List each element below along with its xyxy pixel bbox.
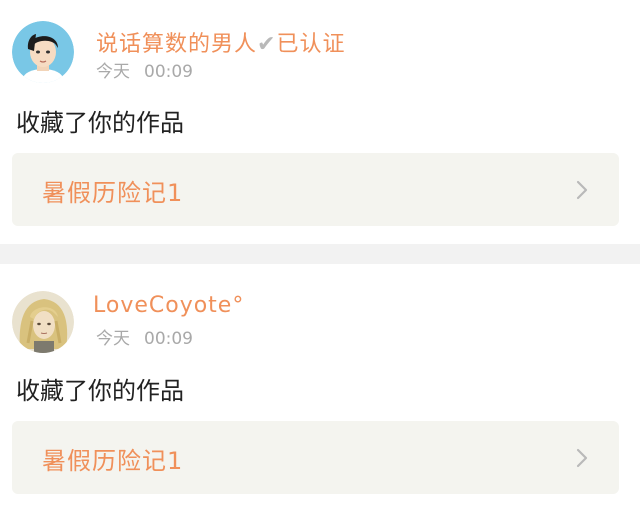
- feed-separator: [0, 244, 640, 264]
- date-label: 今天: [96, 329, 130, 349]
- username[interactable]: LoveCoyote°: [93, 293, 244, 318]
- verified-label: 已认证: [276, 32, 346, 57]
- action-text: 收藏了你的作品: [16, 109, 184, 137]
- date-label: 今天: [96, 62, 130, 82]
- feed-item: 说话算数的男人✔已认证 今天 00:09 收藏了你的作品 暑假历险记1: [0, 0, 640, 244]
- avatar[interactable]: [12, 291, 74, 353]
- chevron-right-icon: [576, 180, 588, 200]
- time-label: 00:09: [144, 329, 193, 349]
- verified-check-icon: ✔: [257, 32, 277, 57]
- work-link-card[interactable]: 暑假历险记1: [12, 421, 619, 494]
- work-title: 暑假历险记1: [42, 447, 184, 475]
- username-text: 说话算数的男人: [96, 32, 258, 57]
- time-label: 00:09: [144, 62, 193, 82]
- work-title: 暑假历险记1: [42, 179, 184, 207]
- work-link-card[interactable]: 暑假历险记1: [12, 153, 619, 226]
- timestamp: 今天 00:09: [96, 324, 193, 349]
- timestamp: 今天 00:09: [96, 57, 193, 82]
- username-text: LoveCoyote°: [93, 293, 245, 318]
- avatar[interactable]: [12, 21, 74, 83]
- feed-item: LoveCoyote° 今天 00:09 收藏了你的作品 暑假历险记1: [0, 264, 640, 517]
- avatar-cartoon-boy-icon: [12, 21, 74, 83]
- action-text: 收藏了你的作品: [16, 377, 184, 405]
- username[interactable]: 说话算数的男人✔已认证: [96, 26, 345, 58]
- chevron-right-icon: [576, 448, 588, 468]
- avatar-blonde-character-icon: [12, 291, 74, 353]
